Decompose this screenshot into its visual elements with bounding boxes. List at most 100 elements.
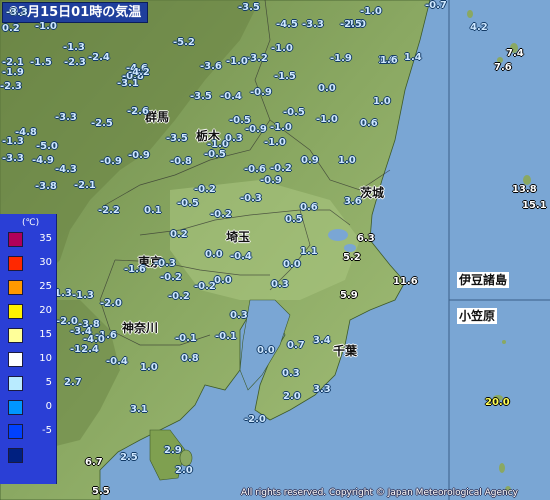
inset-label-izu: 伊豆諸島: [457, 272, 510, 288]
temp-reading: 5.9: [340, 290, 358, 301]
temp-reading: -1.5: [30, 57, 52, 68]
temp-reading: 3.3: [313, 384, 331, 395]
temp-reading: -1.5: [274, 71, 296, 82]
temp-reading: 13.8: [512, 184, 537, 195]
temp-reading: 0.6: [300, 202, 318, 213]
temp-reading: -0.5: [283, 107, 305, 118]
temp-reading: 7.4: [506, 48, 524, 59]
temp-reading: 1.6: [380, 55, 398, 66]
temperature-legend: (℃) 35 30 25 20 15 10 5 0 -5: [0, 214, 57, 484]
temp-reading: 0.2: [2, 23, 20, 34]
temp-reading: 0.9: [301, 155, 319, 166]
legend-label: 5: [45, 377, 52, 388]
temp-reading: -2.1: [74, 180, 96, 191]
temp-reading: -0.4: [220, 91, 242, 102]
temp-reading: -2.3: [0, 81, 22, 92]
temp-reading: 3.6: [344, 196, 362, 207]
temp-reading: 1.0: [373, 96, 391, 107]
temp-reading: -3.6: [200, 61, 222, 72]
temp-reading: 0.0: [318, 83, 336, 94]
temp-reading: -3.5: [166, 133, 188, 144]
temp-reading: 15.1: [522, 200, 547, 211]
temp-reading: -0.2: [194, 281, 216, 292]
temp-reading: -0.5: [204, 149, 226, 160]
temp-reading: 0.0: [205, 249, 223, 260]
temp-reading: -2.2: [98, 205, 120, 216]
temp-reading: -0.4: [106, 356, 128, 367]
temp-reading: -0.2: [160, 272, 182, 283]
temp-reading: 3.1: [130, 404, 148, 415]
temp-reading: 0.8: [181, 353, 199, 364]
temp-reading: -1.9: [330, 53, 352, 64]
temp-reading: -0.1: [175, 333, 197, 344]
legend-label: 25: [39, 281, 52, 292]
temp-reading: 0.0: [283, 259, 301, 270]
temp-reading: -1.0: [226, 56, 248, 67]
temp-reading: 0.0: [257, 345, 275, 356]
temp-reading: -2.4: [88, 52, 110, 63]
temp-reading: 0.3: [282, 368, 300, 379]
temp-reading: -2.6: [127, 106, 149, 117]
temp-reading: -2.3: [64, 57, 86, 68]
temp-reading: 0.5: [285, 214, 303, 225]
temp-reading: -0.3: [240, 193, 262, 204]
legend-label: -5: [42, 425, 52, 436]
temp-reading: 0.7: [287, 340, 305, 351]
temp-reading: 0.3: [225, 133, 243, 144]
temp-reading: -0.2: [194, 184, 216, 195]
temp-reading: -3.5: [190, 91, 212, 102]
legend-swatch: [8, 232, 23, 247]
temp-reading: -3.3: [55, 112, 77, 123]
pref-label-ibaraki: 茨城: [360, 186, 385, 200]
temp-reading: -0.7: [425, 0, 447, 11]
legend-swatch: [8, 376, 23, 391]
temp-reading: 5.5: [92, 486, 110, 497]
temp-reading: -1.0: [264, 137, 286, 148]
legend-swatch: [8, 352, 23, 367]
legend-swatch: [8, 304, 23, 319]
legend-label: 15: [39, 329, 52, 340]
temp-reading: 0.1: [144, 205, 162, 216]
temp-reading: -1.0: [316, 114, 338, 125]
temp-reading: -0.1: [215, 331, 237, 342]
pref-label-chiba: 千葉: [333, 344, 358, 358]
temp-reading: -3.3: [302, 19, 324, 30]
temp-reading: 2.0: [283, 391, 301, 402]
temp-reading: -4.5: [276, 19, 298, 30]
temp-reading: 0.3: [230, 310, 248, 321]
temp-reading: -4.3: [55, 164, 77, 175]
temp-reading: 20.0: [485, 397, 510, 408]
temp-reading: -2.5: [340, 19, 362, 30]
legend-swatch: [8, 328, 23, 343]
temp-reading: -0.9: [245, 124, 267, 135]
temp-reading: -1.0: [271, 43, 293, 54]
legend-swatch: [8, 256, 23, 271]
temp-reading: -1.6: [124, 264, 146, 275]
temp-reading: -3.1: [117, 78, 139, 89]
temp-reading: 1.1: [300, 246, 318, 257]
temp-reading: -1.0: [270, 122, 292, 133]
temp-reading: -4.2: [128, 67, 150, 78]
temp-reading: -0.9: [128, 150, 150, 161]
temp-reading: -0.9: [100, 156, 122, 167]
temp-reading: 6.3: [357, 233, 375, 244]
temp-reading: -1.3: [63, 42, 85, 53]
temp-reading: -5.2: [173, 37, 195, 48]
temp-reading: -0.5: [177, 198, 199, 209]
temp-reading: -2.0: [244, 414, 266, 425]
temp-reading: -4.9: [32, 155, 54, 166]
legend-label: 30: [39, 257, 52, 268]
temp-reading: -3.3: [2, 153, 24, 164]
temp-reading: -1.3: [2, 136, 24, 147]
temp-reading: -0.2: [210, 209, 232, 220]
temp-reading: -2.5: [91, 118, 113, 129]
temp-reading: 6.7: [85, 457, 103, 468]
temp-reading: -3.8: [35, 181, 57, 192]
legend-label: 10: [39, 353, 52, 364]
legend-label: 20: [39, 305, 52, 316]
temp-reading: -3.4: [70, 326, 92, 337]
temp-reading: 1.4: [404, 52, 422, 63]
legend-swatch: [8, 280, 23, 295]
temp-reading: -3.3: [6, 7, 28, 18]
temp-reading: -0.2: [168, 291, 190, 302]
